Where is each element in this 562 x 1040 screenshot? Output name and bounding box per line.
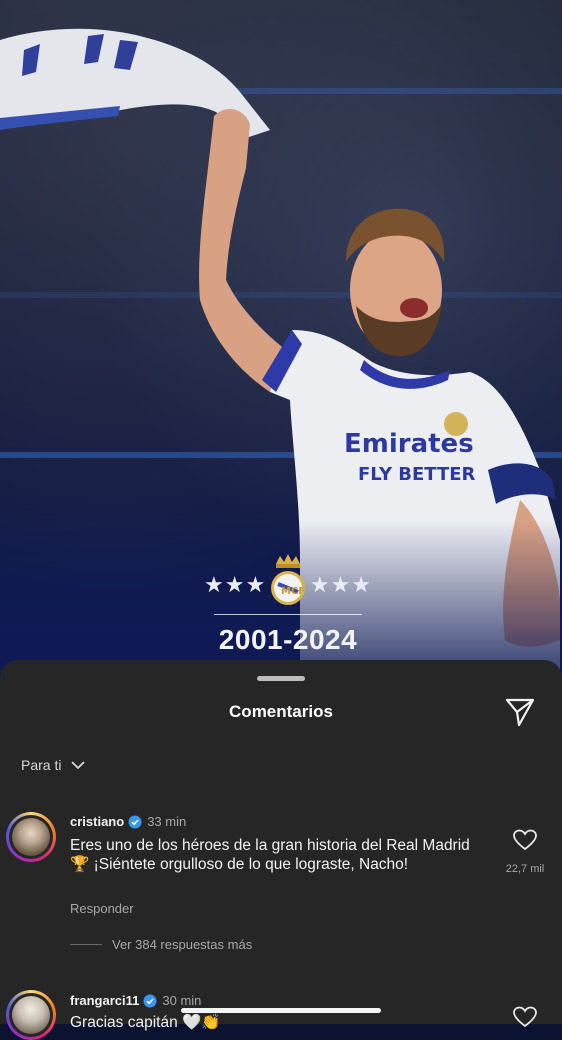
farewell-badge: ★★★ MCF ★★★ 2001-2024 bbox=[200, 548, 376, 660]
sort-filter-dropdown[interactable]: Para ti bbox=[21, 757, 86, 773]
home-indicator[interactable] bbox=[181, 1008, 381, 1013]
real-madrid-crest-icon: MCF bbox=[271, 554, 305, 605]
avatar[interactable] bbox=[6, 812, 56, 862]
sort-filter-label: Para ti bbox=[21, 757, 62, 773]
comment-header: cristiano 33 min bbox=[70, 814, 186, 829]
badge-divider bbox=[214, 614, 362, 615]
comment-username[interactable]: cristiano bbox=[70, 814, 124, 829]
like-count: 22,7 mil bbox=[505, 863, 545, 875]
comment-time: 33 min bbox=[147, 814, 187, 829]
comment-header: frangarci11 30 min bbox=[70, 993, 201, 1008]
svg-text:FLY BETTER: FLY BETTER bbox=[358, 464, 476, 485]
sheet-title: Comentarios bbox=[229, 702, 333, 721]
comment-time: 30 min bbox=[162, 993, 202, 1008]
reply-button[interactable]: Responder bbox=[70, 901, 134, 916]
send-icon[interactable] bbox=[504, 696, 536, 728]
comment-username[interactable]: frangarci11 bbox=[70, 993, 139, 1008]
chevron-down-icon bbox=[71, 761, 86, 770]
svg-text:MCF: MCF bbox=[281, 586, 305, 597]
post-image: Emirates FLY BETTER ★★★ MCF ★★★ 2001-202… bbox=[0, 0, 562, 680]
heart-icon[interactable] bbox=[513, 829, 537, 851]
verified-badge-icon bbox=[128, 815, 142, 828]
career-years: 2001-2024 bbox=[218, 624, 358, 655]
comment-text: Eres uno de los héroes de la gran histor… bbox=[70, 837, 470, 873]
comment-text: Gracias capitán 🤍👏 bbox=[70, 1014, 221, 1031]
stars-left: ★★★ bbox=[204, 572, 267, 597]
sheet-grabber[interactable] bbox=[257, 676, 305, 681]
avatar[interactable] bbox=[6, 990, 56, 1040]
heart-icon[interactable] bbox=[513, 1006, 537, 1028]
stars-right: ★★★ bbox=[309, 572, 372, 597]
verified-badge-icon bbox=[143, 994, 157, 1007]
view-more-replies-label: Ver 384 respuestas más bbox=[112, 937, 253, 952]
view-more-replies[interactable]: Ver 384 respuestas más bbox=[70, 937, 252, 952]
